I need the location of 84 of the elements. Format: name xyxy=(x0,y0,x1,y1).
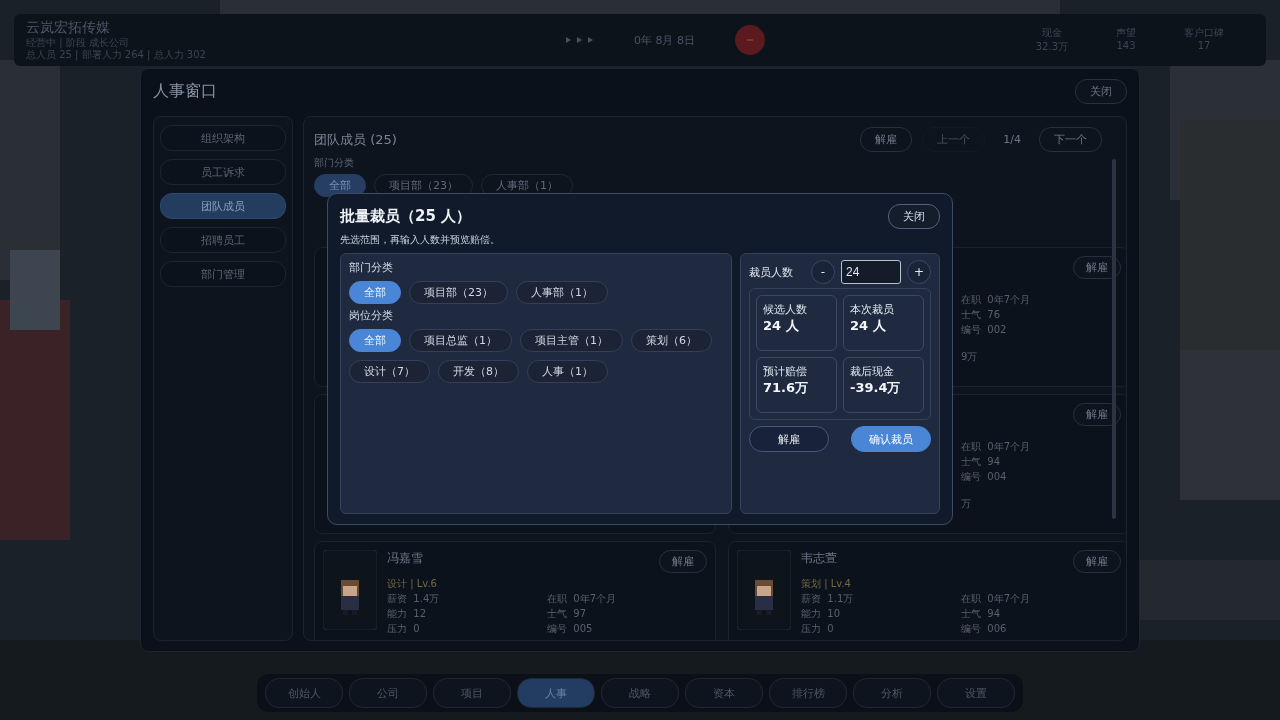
employee-stat: 薪资 1.4万 xyxy=(387,592,441,606)
filter-label: 部门分类 xyxy=(349,260,394,275)
count-field[interactable]: 24 xyxy=(841,260,901,284)
employee-stat: 在职 0年7个月 xyxy=(961,293,1031,307)
nav-tab[interactable]: 排行榜 xyxy=(769,678,847,708)
metric-label: 候选人数 xyxy=(763,302,808,317)
decrement-button[interactable]: - xyxy=(811,260,835,284)
metric-value: -39.4万 xyxy=(850,379,902,397)
nav-tab[interactable]: 设置 xyxy=(937,678,1015,708)
fire-button[interactable]: 解雇 xyxy=(1073,403,1121,426)
metric-label: 预计赔偿 xyxy=(763,364,808,379)
nav-tab[interactable]: 战略 xyxy=(601,678,679,708)
game-date: 0年 8月 8日 xyxy=(634,32,695,48)
employee-stat: 士气 94 xyxy=(961,607,1002,621)
employee-stat: 编号 004 xyxy=(961,470,1008,484)
employee-stat: 能力 10 xyxy=(801,607,842,621)
filter-pill[interactable]: 设计（7） xyxy=(349,360,430,383)
panel-title: 团队成员 (25) xyxy=(314,130,397,149)
stat-value: 17 xyxy=(1197,40,1211,51)
employee-stat: 压力 0 xyxy=(387,622,421,636)
employee-stat: 士气 94 xyxy=(961,455,1002,469)
sidebar-item[interactable]: 部门管理 xyxy=(160,261,286,287)
close-button[interactable]: 关闭 xyxy=(1075,79,1127,104)
employee-stat: 在职 0年7个月 xyxy=(961,440,1031,454)
employee-stat: 编号 005 xyxy=(547,622,594,636)
filter-pill[interactable]: 开发（8） xyxy=(438,360,519,383)
employee-stat: 士气 97 xyxy=(547,607,588,621)
count-label: 裁员人数 xyxy=(749,264,794,280)
sidebar-item[interactable]: 员工诉求 xyxy=(160,159,286,185)
fire-button[interactable]: 解雇 xyxy=(749,426,829,452)
sidebar-item[interactable]: 招聘员工 xyxy=(160,227,286,253)
filter-pill[interactable]: 项目部（23） xyxy=(409,281,508,304)
employee-stat: 薪资 1.1万 xyxy=(801,592,855,606)
nav-tab[interactable]: 创始人 xyxy=(265,678,343,708)
page-indicator: 1/4 xyxy=(1003,133,1021,146)
sidebar-item[interactable]: 组织架构 xyxy=(160,125,286,151)
confirm-button[interactable]: 确认裁员 xyxy=(851,426,931,452)
filter-pill[interactable]: 策划（6） xyxy=(631,329,712,352)
filter-label: 岗位分类 xyxy=(349,308,394,323)
filter-pill[interactable]: 全部 xyxy=(349,281,401,304)
employee-name: 韦志萱 xyxy=(801,550,837,567)
employee-stat: 编号 002 xyxy=(961,323,1008,337)
filter-pill[interactable]: 人事部（1） xyxy=(516,281,608,304)
speed-icon[interactable] xyxy=(566,36,594,44)
close-button[interactable]: 关闭 xyxy=(888,204,940,229)
metric-label: 本次裁员 xyxy=(850,302,895,317)
nav-tab[interactable]: 人事 xyxy=(517,678,595,708)
fire-button[interactable]: 解雇 xyxy=(659,550,707,573)
window-title: 人事窗口 xyxy=(153,81,217,102)
employee-stat: 万 xyxy=(961,497,972,511)
pause-icon[interactable] xyxy=(735,25,765,55)
stat-value: 143 xyxy=(1116,40,1136,51)
filter-label: 部门分类 xyxy=(314,156,355,170)
employee-role: 策划 | Lv.4 xyxy=(801,577,851,591)
company-name: 云岚宏拓传媒 xyxy=(26,19,111,37)
nav-tab[interactable]: 公司 xyxy=(349,678,427,708)
nav-tab[interactable]: 项目 xyxy=(433,678,511,708)
employee-role: 设计 | Lv.6 xyxy=(387,577,437,591)
fire-button[interactable]: 解雇 xyxy=(1073,550,1121,573)
employee-stat: 能力 12 xyxy=(387,607,428,621)
metric-value: 71.6万 xyxy=(763,379,810,397)
filter-pill[interactable]: 人事（1） xyxy=(527,360,608,383)
employee-stat: 压力 0 xyxy=(801,622,835,636)
employee-stat: 士气 76 xyxy=(961,308,1002,322)
dialog-title: 批量裁员（25 人） xyxy=(340,207,472,226)
fire-button[interactable]: 解雇 xyxy=(1073,256,1121,279)
sidebar-item[interactable]: 团队成员 xyxy=(160,193,286,219)
nav-tab[interactable]: 分析 xyxy=(853,678,931,708)
fire-button[interactable]: 解雇 xyxy=(860,127,913,152)
dialog-hint: 先选范围，再输入人数并预览赔偿。 xyxy=(340,233,501,247)
next-button[interactable]: 下一个 xyxy=(1039,127,1102,152)
employee-stat: 编号 006 xyxy=(961,622,1008,636)
metric-value: 24 人 xyxy=(763,317,800,335)
metric-label: 裁后现金 xyxy=(850,364,895,379)
filter-pill[interactable]: 全部 xyxy=(349,329,401,352)
employee-name: 冯嘉雪 xyxy=(387,550,423,567)
employee-stat: 在职 0年7个月 xyxy=(961,592,1032,606)
filter-pill[interactable]: 项目主管（1） xyxy=(520,329,623,352)
nav-tab[interactable]: 资本 xyxy=(685,678,763,708)
employee-stat: 9万 xyxy=(961,350,979,364)
employee-stat: 在职 0年7个月 xyxy=(547,592,618,606)
filter-pill[interactable]: 项目总监（1） xyxy=(409,329,512,352)
metric-value: 24 人 xyxy=(850,317,887,335)
increment-button[interactable]: + xyxy=(907,260,931,284)
